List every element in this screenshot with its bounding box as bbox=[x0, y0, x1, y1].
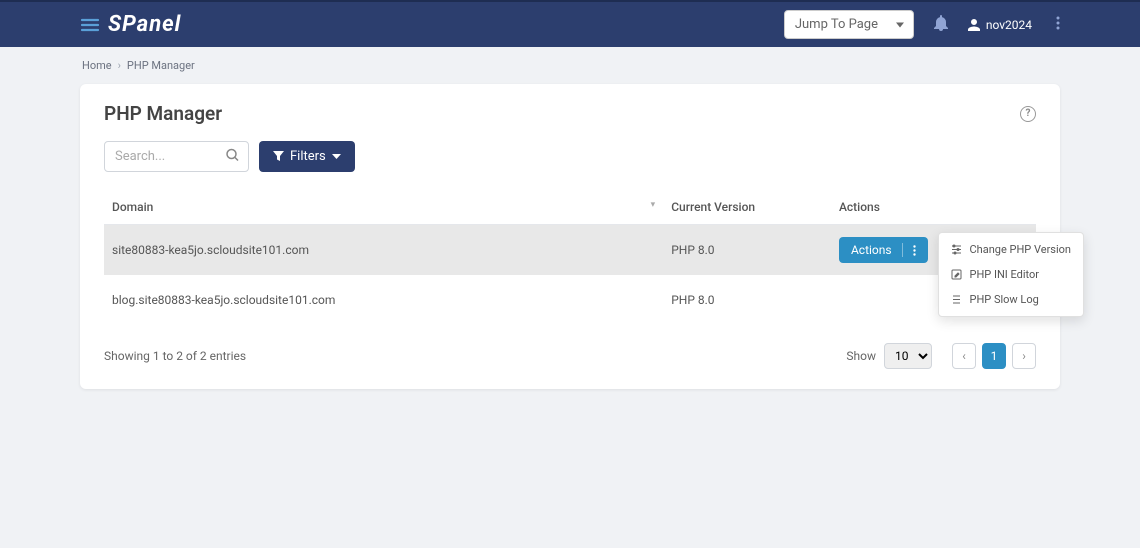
col-header-domain[interactable]: Domain▾ bbox=[104, 190, 663, 225]
help-icon[interactable]: ? bbox=[1020, 106, 1036, 122]
breadcrumb: Home › PHP Manager bbox=[80, 47, 1060, 84]
jump-to-page-select[interactable]: Jump To Page bbox=[784, 10, 914, 39]
filter-icon bbox=[273, 151, 284, 162]
main-card: PHP Manager ? Filters Domain▾ Current Ve… bbox=[80, 84, 1060, 389]
filters-label: Filters bbox=[290, 149, 326, 164]
logo-icon bbox=[80, 16, 102, 34]
domains-table: Domain▾ Current Version Actions site8088… bbox=[104, 190, 1036, 325]
username: nov2024 bbox=[986, 18, 1032, 32]
page-size-select[interactable]: 10 bbox=[884, 343, 932, 369]
page-title: PHP Manager bbox=[104, 102, 222, 125]
user-icon bbox=[968, 19, 980, 31]
edit-icon bbox=[951, 269, 962, 280]
sliders-icon bbox=[951, 244, 962, 255]
sort-indicator-icon: ▾ bbox=[651, 200, 656, 210]
list-icon bbox=[951, 294, 962, 305]
breadcrumb-home[interactable]: Home bbox=[82, 59, 112, 72]
row-actions-button[interactable]: Actions bbox=[839, 237, 928, 263]
pager-prev[interactable]: ‹ bbox=[952, 343, 976, 369]
table-row: site80883-kea5jo.scloudsite101.com PHP 8… bbox=[104, 225, 1036, 276]
breadcrumb-current: PHP Manager bbox=[127, 59, 195, 72]
col-header-version[interactable]: Current Version bbox=[663, 190, 831, 225]
entries-info: Showing 1 to 2 of 2 entries bbox=[104, 349, 246, 363]
col-header-actions: Actions bbox=[831, 190, 1036, 225]
dropdown-change-php-version[interactable]: Change PHP Version bbox=[939, 237, 1084, 262]
notifications-icon[interactable] bbox=[934, 15, 948, 35]
pager-next[interactable]: › bbox=[1012, 343, 1036, 369]
dropdown-php-ini-editor[interactable]: PHP INI Editor bbox=[939, 262, 1084, 287]
dropdown-php-slow-log[interactable]: PHP Slow Log bbox=[939, 287, 1084, 312]
brand-logo[interactable]: SPanel bbox=[80, 12, 181, 37]
table-row: blog.site80883-kea5jo.scloudsite101.com … bbox=[104, 275, 1036, 325]
chevron-right-icon: › bbox=[118, 59, 121, 72]
cell-version: PHP 8.0 bbox=[663, 275, 831, 325]
cell-version: PHP 8.0 bbox=[663, 225, 831, 276]
chevron-down-icon bbox=[332, 154, 341, 160]
search-input[interactable] bbox=[104, 141, 249, 172]
show-label: Show bbox=[846, 349, 876, 363]
cell-domain: blog.site80883-kea5jo.scloudsite101.com bbox=[104, 275, 663, 325]
more-menu-icon[interactable] bbox=[1056, 16, 1060, 34]
actions-dropdown: Change PHP Version PHP INI Editor PHP Sl… bbox=[938, 232, 1085, 317]
pager-page-1[interactable]: 1 bbox=[982, 343, 1006, 369]
user-menu[interactable]: nov2024 bbox=[968, 18, 1032, 32]
menu-dots-icon bbox=[913, 245, 916, 256]
brand-text: SPanel bbox=[108, 12, 181, 37]
filters-button[interactable]: Filters bbox=[259, 141, 355, 172]
cell-domain: site80883-kea5jo.scloudsite101.com bbox=[104, 225, 663, 276]
